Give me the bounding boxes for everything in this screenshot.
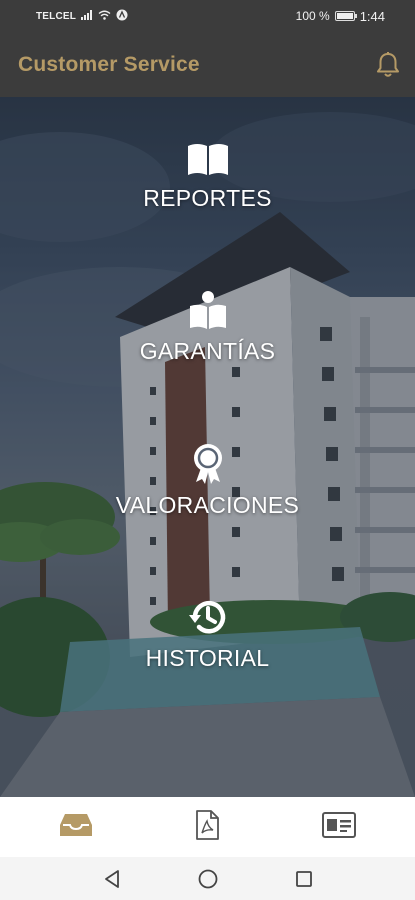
nav-id-card[interactable] <box>309 805 369 849</box>
app-bar: Customer Service <box>0 32 415 97</box>
recents-icon[interactable] <box>290 865 318 893</box>
nav-inbox[interactable] <box>46 805 106 849</box>
menu-item-garantias[interactable]: GARANTÍAS <box>0 290 415 365</box>
open-book-icon <box>186 137 230 177</box>
status-left: TELCEL <box>36 9 128 24</box>
hero-background: REPORTES GARANTÍAS VALORACIONES HISTORIA… <box>0 97 415 797</box>
status-bar: TELCEL 100 % 1:44 <box>0 0 415 32</box>
carrier-label: TELCEL <box>36 10 77 22</box>
battery-percent: 100 % <box>295 9 330 23</box>
status-right: 100 % 1:44 <box>296 9 385 24</box>
person-book-icon <box>188 290 228 330</box>
nfc-icon <box>116 9 128 24</box>
back-icon[interactable] <box>98 865 126 893</box>
wifi-icon <box>98 10 111 23</box>
bell-icon[interactable] <box>373 50 403 80</box>
menu-item-valoraciones[interactable]: VALORACIONES <box>0 444 415 519</box>
menu-item-reportes[interactable]: REPORTES <box>0 137 415 212</box>
menu-item-label: REPORTES <box>143 185 272 211</box>
bottom-nav <box>0 797 415 857</box>
menu-item-historial[interactable]: HISTORIAL <box>0 597 415 672</box>
pdf-file-icon <box>195 809 220 845</box>
clock: 1:44 <box>359 8 385 24</box>
award-ribbon-icon <box>192 444 224 484</box>
home-icon[interactable] <box>194 865 222 893</box>
menu-item-label: VALORACIONES <box>115 492 300 518</box>
inbox-icon <box>59 813 93 842</box>
system-nav-bar <box>0 857 415 900</box>
signal-icon <box>81 9 93 23</box>
battery-icon <box>334 11 357 21</box>
menu-item-label: GARANTÍAS <box>139 338 276 364</box>
history-clock-icon <box>188 597 228 637</box>
nav-pdf[interactable] <box>177 805 237 849</box>
app-title: Customer Service <box>18 52 200 76</box>
menu-item-label: HISTORIAL <box>145 645 270 671</box>
id-card-icon <box>322 811 357 843</box>
